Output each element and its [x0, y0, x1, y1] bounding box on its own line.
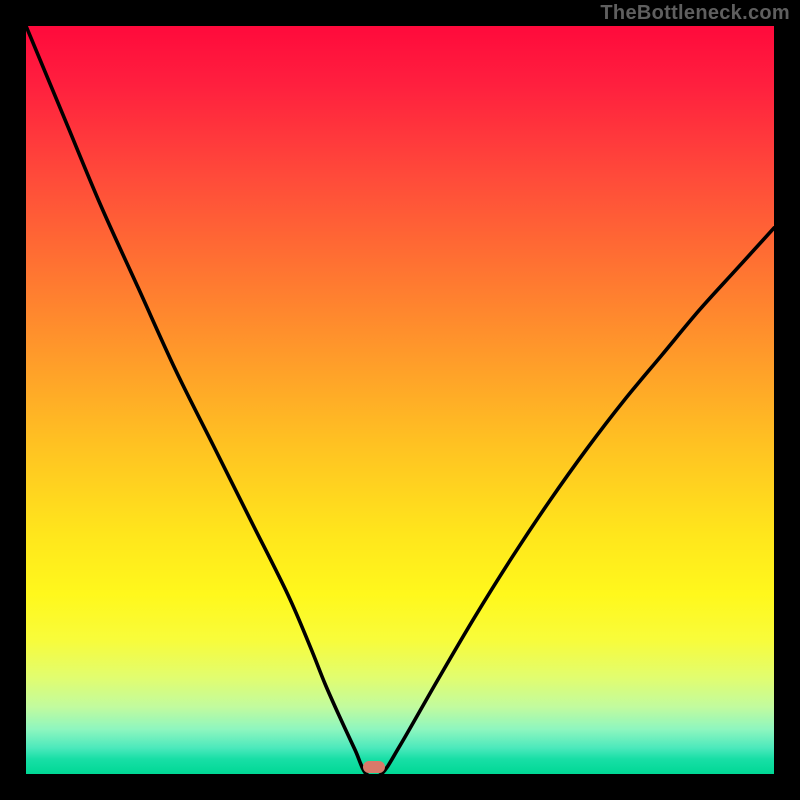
bottleneck-curve	[26, 26, 774, 774]
watermark-text: TheBottleneck.com	[600, 2, 790, 25]
chart-frame: TheBottleneck.com	[0, 0, 800, 800]
plot-area	[26, 26, 774, 774]
optimum-marker	[363, 761, 385, 773]
